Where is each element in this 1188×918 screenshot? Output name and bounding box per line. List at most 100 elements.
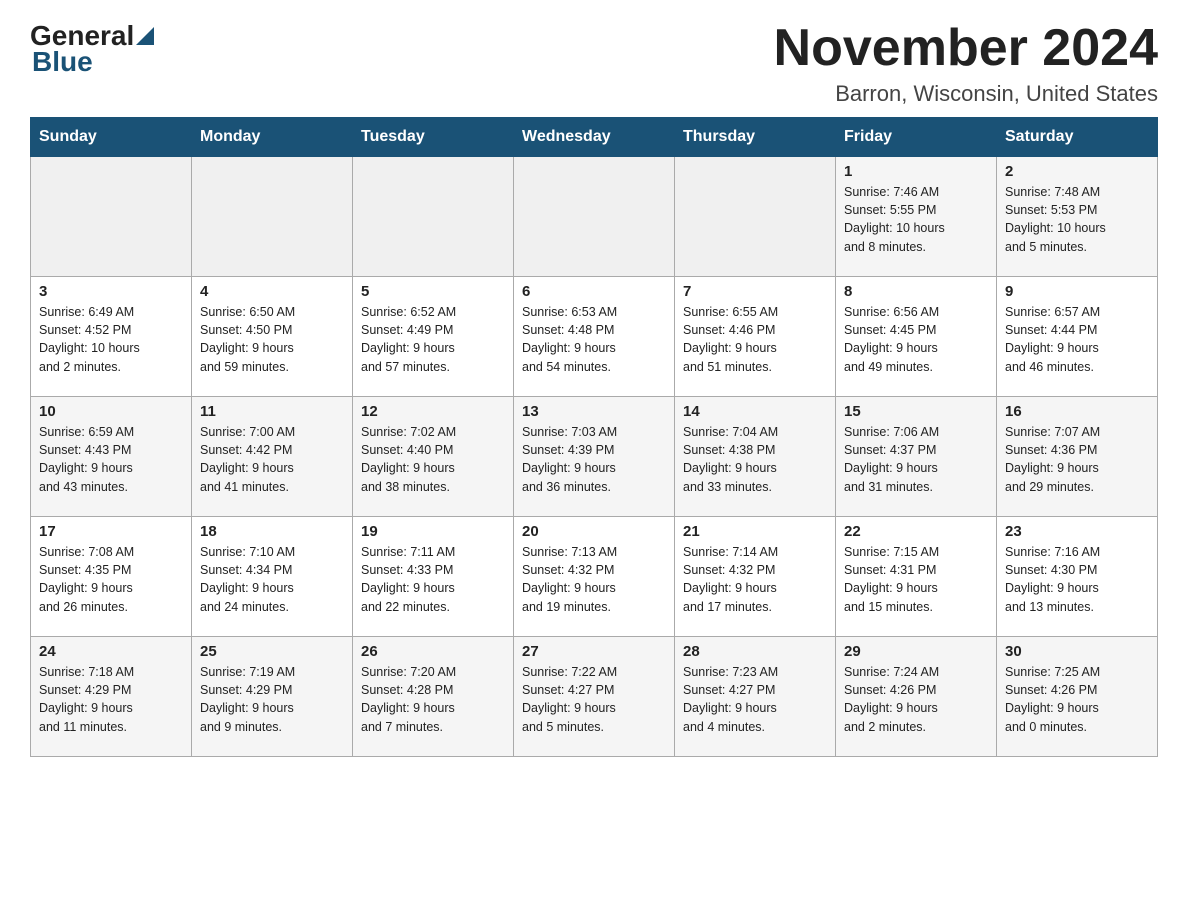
day-headers-row: SundayMondayTuesdayWednesdayThursdayFrid… [31,118,1158,157]
calendar-cell: 5 Sunrise: 6:52 AMSunset: 4:49 PMDaylight… [353,277,514,397]
day-number: 27 [522,643,666,660]
calendar-cell: 12 Sunrise: 7:02 AMSunset: 4:40 PMDayligh… [353,397,514,517]
calendar-week-4: 17Sunrise: 7:08 AMSunset: 4:35 PMDayligh… [31,517,1158,637]
day-number: 20 [522,523,666,540]
day-number: 7 [683,283,827,300]
day-number: 16 [1005,403,1149,420]
day-number: 18 [200,523,344,540]
calendar-cell: 11 Sunrise: 7:00 AMSunset: 4:42 PMDayligh… [192,397,353,517]
day-number: 6 [522,283,666,300]
calendar-cell: 16Sunrise: 7:07 AMSunset: 4:36 PMDayligh… [997,397,1158,517]
day-info: Sunrise: 7:10 AMSunset: 4:34 PMDaylight:… [200,543,344,616]
calendar-table: SundayMondayTuesdayWednesdayThursdayFrid… [30,117,1158,757]
day-number: 5 [361,283,505,300]
calendar-cell: 10Sunrise: 6:59 AMSunset: 4:43 PMDayligh… [31,397,192,517]
day-number: 2 [1005,163,1149,180]
calendar-cell: 8 Sunrise: 6:56 AMSunset: 4:45 PMDaylight… [836,277,997,397]
day-header-sunday: Sunday [31,118,192,157]
calendar-week-1: 1 Sunrise: 7:46 AMSunset: 5:55 PMDaylight… [31,157,1158,277]
calendar-cell: 24Sunrise: 7:18 AMSunset: 4:29 PMDayligh… [31,637,192,757]
day-number: 26 [361,643,505,660]
day-info: Sunrise: 7:23 AMSunset: 4:27 PMDaylight:… [683,663,827,736]
day-info: Sunrise: 7:11 AMSunset: 4:33 PMDaylight:… [361,543,505,616]
day-number: 22 [844,523,988,540]
calendar-cell: 6Sunrise: 6:53 AMSunset: 4:48 PMDaylight… [514,277,675,397]
day-info: Sunrise: 7:18 AMSunset: 4:29 PMDaylight:… [39,663,183,736]
day-info: Sunrise: 7:02 AMSunset: 4:40 PMDaylight:… [361,423,505,496]
calendar-cell: 14Sunrise: 7:04 AMSunset: 4:38 PMDayligh… [675,397,836,517]
day-info: Sunrise: 7:00 AMSunset: 4:42 PMDaylight:… [200,423,344,496]
calendar-cell [31,157,192,277]
day-info: Sunrise: 7:46 AMSunset: 5:55 PMDaylight:… [844,183,988,256]
day-info: Sunrise: 7:03 AMSunset: 4:39 PMDaylight:… [522,423,666,496]
calendar-week-2: 3 Sunrise: 6:49 AMSunset: 4:52 PMDaylight… [31,277,1158,397]
calendar-cell: 26 Sunrise: 7:20 AMSunset: 4:28 PMDayligh… [353,637,514,757]
day-info: Sunrise: 6:59 AMSunset: 4:43 PMDaylight:… [39,423,183,496]
calendar-cell: 4 Sunrise: 6:50 AMSunset: 4:50 PMDaylight… [192,277,353,397]
day-info: Sunrise: 6:55 AMSunset: 4:46 PMDaylight:… [683,303,827,376]
day-header-wednesday: Wednesday [514,118,675,157]
calendar-cell: 20 Sunrise: 7:13 AMSunset: 4:32 PMDayligh… [514,517,675,637]
calendar-week-5: 24Sunrise: 7:18 AMSunset: 4:29 PMDayligh… [31,637,1158,757]
calendar-cell: 23Sunrise: 7:16 AMSunset: 4:30 PMDayligh… [997,517,1158,637]
day-info: Sunrise: 6:49 AMSunset: 4:52 PMDaylight:… [39,303,183,376]
calendar-cell: 30Sunrise: 7:25 AMSunset: 4:26 PMDayligh… [997,637,1158,757]
calendar-cell [514,157,675,277]
calendar-cell: 3 Sunrise: 6:49 AMSunset: 4:52 PMDaylight… [31,277,192,397]
calendar-cell: 29 Sunrise: 7:24 AMSunset: 4:26 PMDayligh… [836,637,997,757]
calendar-cell: 1 Sunrise: 7:46 AMSunset: 5:55 PMDaylight… [836,157,997,277]
logo-triangle-icon [136,27,154,45]
day-number: 1 [844,163,988,180]
logo: General Blue [30,20,154,78]
day-info: Sunrise: 7:22 AMSunset: 4:27 PMDaylight:… [522,663,666,736]
calendar-cell: 2 Sunrise: 7:48 AMSunset: 5:53 PMDaylight… [997,157,1158,277]
calendar-body: 1 Sunrise: 7:46 AMSunset: 5:55 PMDaylight… [31,157,1158,757]
day-number: 29 [844,643,988,660]
day-info: Sunrise: 6:56 AMSunset: 4:45 PMDaylight:… [844,303,988,376]
day-info: Sunrise: 7:48 AMSunset: 5:53 PMDaylight:… [1005,183,1149,256]
title-section: November 2024 Barron, Wisconsin, United … [774,20,1158,107]
calendar-cell: 13Sunrise: 7:03 AMSunset: 4:39 PMDayligh… [514,397,675,517]
page-header: General Blue November 2024 Barron, Wisco… [30,20,1158,107]
calendar-cell: 9Sunrise: 6:57 AMSunset: 4:44 PMDaylight… [997,277,1158,397]
day-number: 3 [39,283,183,300]
day-header-friday: Friday [836,118,997,157]
day-info: Sunrise: 7:15 AMSunset: 4:31 PMDaylight:… [844,543,988,616]
day-number: 30 [1005,643,1149,660]
calendar-cell: 27 Sunrise: 7:22 AMSunset: 4:27 PMDayligh… [514,637,675,757]
day-info: Sunrise: 6:50 AMSunset: 4:50 PMDaylight:… [200,303,344,376]
day-number: 19 [361,523,505,540]
calendar-cell: 18 Sunrise: 7:10 AMSunset: 4:34 PMDayligh… [192,517,353,637]
day-number: 12 [361,403,505,420]
calendar-cell: 15 Sunrise: 7:06 AMSunset: 4:37 PMDayligh… [836,397,997,517]
day-number: 28 [683,643,827,660]
day-number: 15 [844,403,988,420]
day-info: Sunrise: 7:06 AMSunset: 4:37 PMDaylight:… [844,423,988,496]
day-number: 21 [683,523,827,540]
day-info: Sunrise: 7:19 AMSunset: 4:29 PMDaylight:… [200,663,344,736]
logo-blue-text: Blue [32,46,93,78]
calendar-cell: 17Sunrise: 7:08 AMSunset: 4:35 PMDayligh… [31,517,192,637]
calendar-cell: 21 Sunrise: 7:14 AMSunset: 4:32 PMDayligh… [675,517,836,637]
day-header-tuesday: Tuesday [353,118,514,157]
calendar-week-3: 10Sunrise: 6:59 AMSunset: 4:43 PMDayligh… [31,397,1158,517]
day-number: 9 [1005,283,1149,300]
calendar-cell: 25 Sunrise: 7:19 AMSunset: 4:29 PMDayligh… [192,637,353,757]
day-info: Sunrise: 7:20 AMSunset: 4:28 PMDaylight:… [361,663,505,736]
day-info: Sunrise: 7:14 AMSunset: 4:32 PMDaylight:… [683,543,827,616]
day-number: 17 [39,523,183,540]
day-number: 14 [683,403,827,420]
day-info: Sunrise: 7:13 AMSunset: 4:32 PMDaylight:… [522,543,666,616]
calendar-cell [192,157,353,277]
day-number: 23 [1005,523,1149,540]
day-number: 4 [200,283,344,300]
day-info: Sunrise: 6:52 AMSunset: 4:49 PMDaylight:… [361,303,505,376]
day-info: Sunrise: 7:24 AMSunset: 4:26 PMDaylight:… [844,663,988,736]
calendar-cell [353,157,514,277]
day-number: 25 [200,643,344,660]
calendar-cell: 28 Sunrise: 7:23 AMSunset: 4:27 PMDayligh… [675,637,836,757]
calendar-header: SundayMondayTuesdayWednesdayThursdayFrid… [31,118,1158,157]
day-number: 11 [200,403,344,420]
location-subtitle: Barron, Wisconsin, United States [774,81,1158,107]
day-number: 8 [844,283,988,300]
